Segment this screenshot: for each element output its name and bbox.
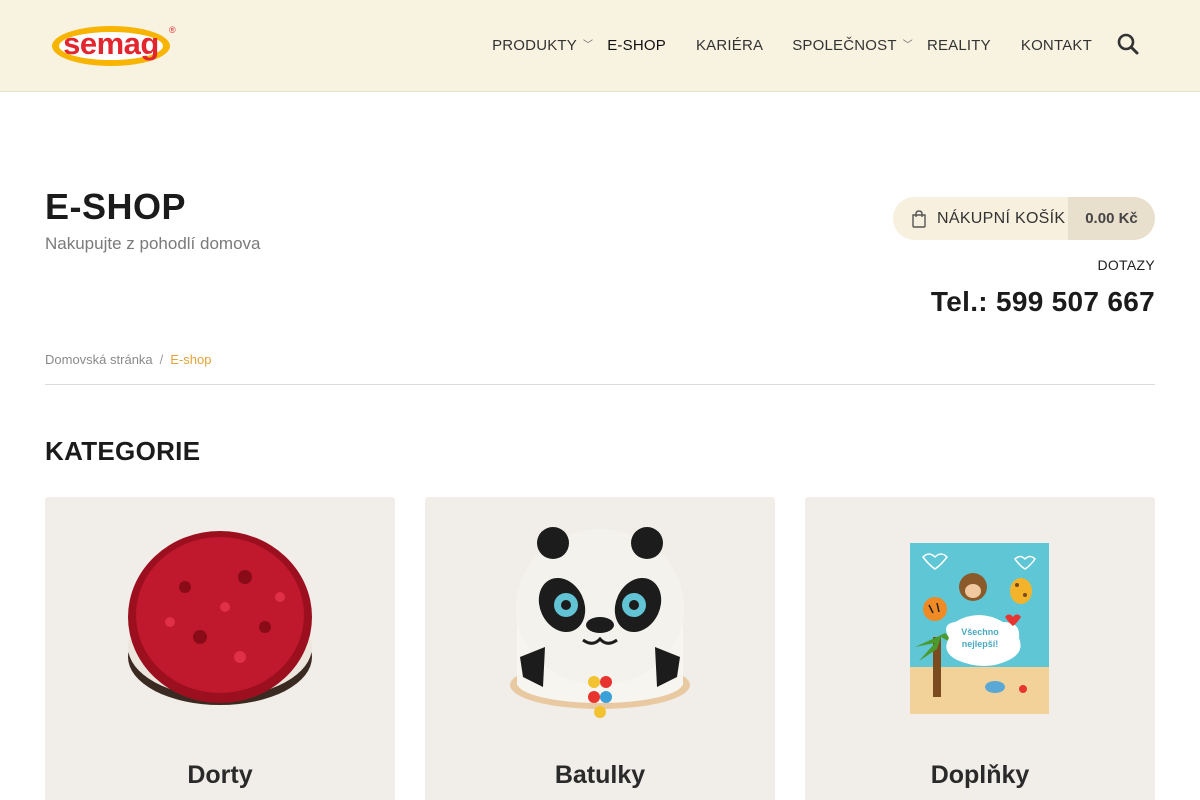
category-card-batulky[interactable]: Batulky	[425, 497, 775, 800]
search-icon[interactable]	[1116, 30, 1140, 58]
category-card-doplnky[interactable]: Všechno nejlepší! Doplňky	[805, 497, 1155, 800]
categories-title: KATEGORIE	[45, 436, 201, 466]
greeting-card-image: Všechno nejlepší!	[910, 543, 1049, 714]
svg-text:Všechno: Všechno	[961, 627, 999, 637]
site-header: semag ® PRODUKTY ﹀ E-SHOP KARIÉRA SPOLEČ…	[0, 0, 1200, 92]
nav-item-spolecnost[interactable]: SPOLEČNOST ﹀	[792, 37, 913, 54]
divider	[45, 384, 1155, 385]
chevron-down-icon: ﹀	[583, 39, 594, 51]
category-label: Batulky	[554, 761, 646, 789]
nav-item-label: REALITY	[926, 36, 991, 54]
panda-cake-image	[510, 527, 690, 718]
shopping-bag-icon	[912, 209, 926, 228]
nav-item-label: SPOLEČNOST	[792, 36, 897, 54]
phone-number: Tel.: 599 507 667	[930, 286, 1155, 317]
nav-item-label: KARIÉRA	[695, 36, 764, 54]
cart-total: 0.00 Kč	[1068, 197, 1155, 240]
category-card-dorty[interactable]: Dorty	[45, 497, 395, 800]
faq-link[interactable]: DOTAZY	[1097, 257, 1155, 273]
main-nav: PRODUKTY ﹀ E-SHOP KARIÉRA SPOLEČNOST ﹀ R…	[492, 0, 1092, 90]
svg-text:semag: semag	[63, 26, 159, 61]
nav-item-eshop[interactable]: E-SHOP	[607, 37, 666, 54]
nav-item-label: PRODUKTY	[492, 36, 578, 54]
nav-item-reality[interactable]: REALITY	[927, 37, 991, 54]
cart-button[interactable]: NÁKUPNÍ KOŠÍK 0.00 Kč	[893, 197, 1155, 240]
category-label: Doplňky	[930, 761, 1030, 789]
cart-label: NÁKUPNÍ KOŠÍK	[937, 209, 1066, 227]
nav-item-kariera[interactable]: KARIÉRA	[696, 37, 763, 54]
nav-item-label: E-SHOP	[607, 36, 666, 54]
svg-text:nejlepší!: nejlepší!	[962, 639, 999, 649]
category-label: Dorty	[187, 761, 253, 789]
nav-item-produkty[interactable]: PRODUKTY ﹀	[492, 37, 593, 54]
breadcrumb-home-link[interactable]: Domovská stránka	[45, 352, 153, 367]
semag-logo[interactable]: semag ®	[45, 22, 177, 68]
breadcrumb: Domovská stránka / E-shop	[45, 352, 211, 367]
page-subtitle: Nakupujte z pohodlí domova	[45, 234, 261, 253]
cheesecake-image	[128, 531, 312, 705]
page-title: E-SHOP	[45, 186, 187, 227]
chevron-down-icon: ﹀	[902, 39, 913, 51]
cart-label-area: NÁKUPNÍ KOŠÍK	[893, 197, 1068, 240]
breadcrumb-current: E-shop	[170, 352, 212, 367]
nav-item-label: KONTAKT	[1020, 36, 1092, 54]
breadcrumb-separator: /	[159, 352, 164, 367]
nav-item-kontakt[interactable]: KONTAKT	[1021, 37, 1092, 54]
svg-text:®: ®	[169, 25, 176, 35]
